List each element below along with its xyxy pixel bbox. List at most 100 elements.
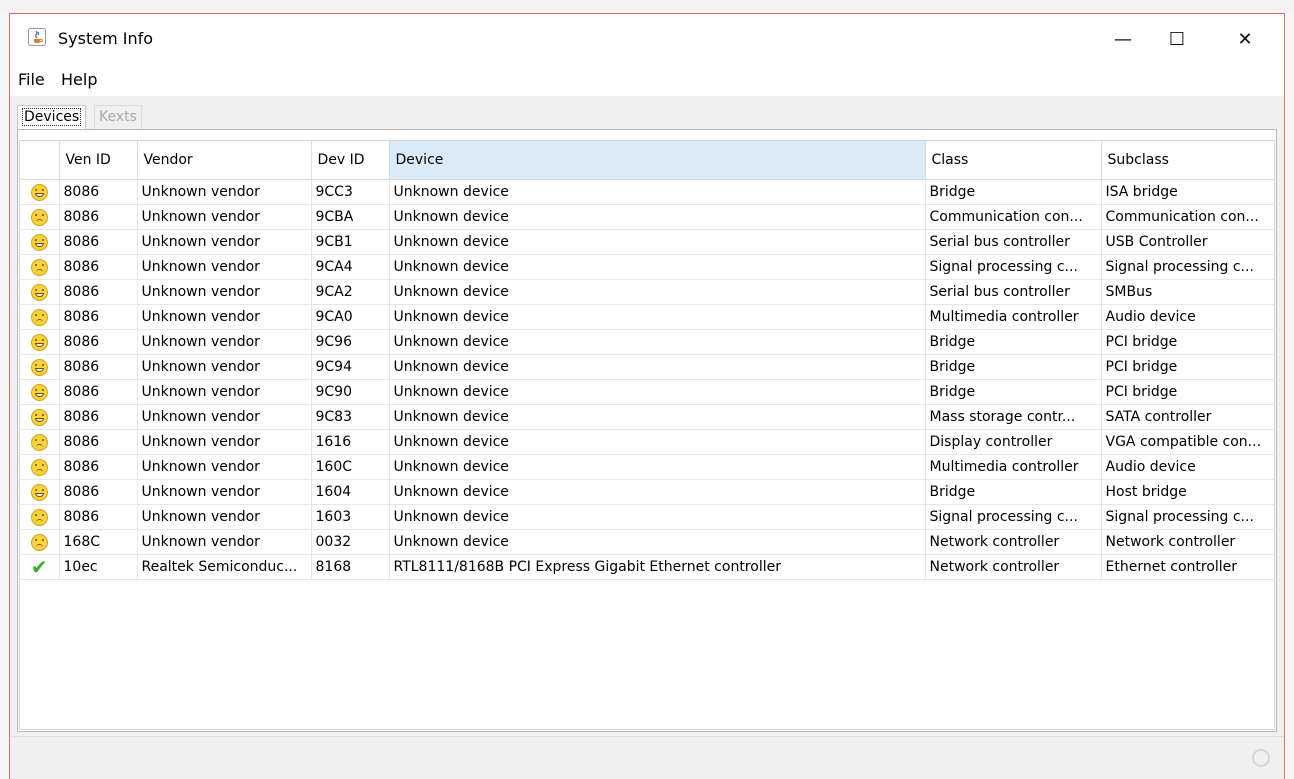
table-row[interactable]: 8086 Unknown vendor 1603 Unknown device Sign… — [20, 504, 1274, 530]
cell-device: Unknown device — [389, 204, 926, 230]
maximize-button[interactable]: ☐ — [1154, 14, 1200, 64]
minimize-icon: — — [1114, 28, 1132, 50]
table-row[interactable]: 8086 Unknown vendor 9C94 Unknown device Brid… — [20, 354, 1274, 380]
happy-face-icon — [30, 233, 48, 251]
column-header-device[interactable]: Device — [389, 141, 926, 180]
status-cell — [20, 329, 60, 355]
cell-class: Bridge — [925, 479, 1102, 505]
cell-device: Unknown device — [389, 454, 926, 480]
status-cell — [20, 479, 60, 505]
status-cell — [20, 204, 60, 230]
title-bar[interactable]: System Info — ☐ ✕ — [10, 14, 1284, 64]
cell-class: Multimedia controller — [925, 304, 1102, 330]
cell-subclass: Network controller — [1101, 529, 1274, 555]
column-header-status[interactable] — [20, 141, 60, 180]
cell-dev-id: 9CB1 — [311, 229, 390, 255]
sad-face-icon — [30, 433, 48, 451]
background-window-left-edge — [0, 14, 9, 779]
cell-vendor: Unknown vendor — [137, 404, 312, 430]
status-cell: ✔ — [20, 554, 60, 580]
table-row[interactable]: 8086 Unknown vendor 9CA4 Unknown device Sign… — [20, 254, 1274, 280]
cell-dev-id: 8168 — [311, 554, 390, 580]
cell-subclass: SMBus — [1101, 279, 1274, 305]
table-row[interactable]: 8086 Unknown vendor 9C90 Unknown device Brid… — [20, 379, 1274, 405]
cell-class: Signal processing c... — [925, 504, 1102, 530]
table-row[interactable]: ✔ 10ec Realtek Semiconduc... 8168 RTL8111/81… — [20, 554, 1274, 580]
cell-vendor: Unknown vendor — [137, 179, 312, 205]
cell-subclass: PCI bridge — [1101, 329, 1274, 355]
table-row[interactable]: 8086 Unknown vendor 160C Unknown device Mult… — [20, 454, 1274, 480]
background-window-right-edge — [1286, 14, 1294, 779]
table-row[interactable]: 8086 Unknown vendor 1604 Unknown device Brid… — [20, 479, 1274, 505]
checkmark-icon: ✔ — [30, 555, 48, 579]
cell-subclass: Audio device — [1101, 454, 1274, 480]
cell-dev-id: 9CA0 — [311, 304, 390, 330]
cell-ven-id: 8086 — [59, 279, 138, 305]
cell-class: Network controller — [925, 529, 1102, 555]
tab-kexts-label: Kexts — [99, 109, 137, 125]
column-header-ven-id[interactable]: Ven ID — [59, 141, 138, 180]
column-header-subclass[interactable]: Subclass — [1101, 141, 1274, 180]
cell-subclass: Ethernet controller — [1101, 554, 1274, 580]
cell-subclass: Host bridge — [1101, 479, 1274, 505]
column-header-class[interactable]: Class — [925, 141, 1102, 180]
menu-help[interactable]: Help — [61, 70, 97, 89]
java-app-icon — [28, 28, 46, 46]
close-button[interactable]: ✕ — [1222, 14, 1268, 64]
cell-dev-id: 9CBA — [311, 204, 390, 230]
cell-dev-id: 1616 — [311, 429, 390, 455]
column-header-dev-id[interactable]: Dev ID — [311, 141, 390, 180]
background-window-strip — [0, 0, 1294, 14]
cell-subclass: Audio device — [1101, 304, 1274, 330]
cell-ven-id: 10ec — [59, 554, 138, 580]
cell-vendor: Unknown vendor — [137, 279, 312, 305]
sad-face-icon — [30, 258, 48, 276]
table-row[interactable]: 8086 Unknown vendor 1616 Unknown device Disp… — [20, 429, 1274, 455]
sad-face-icon — [30, 308, 48, 326]
cell-vendor: Unknown vendor — [137, 429, 312, 455]
cell-subclass: PCI bridge — [1101, 379, 1274, 405]
minimize-button[interactable]: — — [1100, 14, 1146, 64]
cell-ven-id: 8086 — [59, 204, 138, 230]
cell-class: Multimedia controller — [925, 454, 1102, 480]
table-row[interactable]: 8086 Unknown vendor 9CBA Unknown device Comm… — [20, 204, 1274, 230]
column-header-vendor[interactable]: Vendor — [137, 141, 312, 180]
cell-ven-id: 8086 — [59, 429, 138, 455]
cell-device: Unknown device — [389, 429, 926, 455]
cell-subclass: Signal processing c... — [1101, 504, 1274, 530]
cell-vendor: Unknown vendor — [137, 204, 312, 230]
cell-ven-id: 8086 — [59, 354, 138, 380]
cell-vendor: Unknown vendor — [137, 454, 312, 480]
sad-face-icon — [30, 458, 48, 476]
cell-class: Signal processing c... — [925, 254, 1102, 280]
cell-dev-id: 9C90 — [311, 379, 390, 405]
cell-subclass: Communication con... — [1101, 204, 1274, 230]
cell-dev-id: 9C96 — [311, 329, 390, 355]
table-row[interactable]: 8086 Unknown vendor 9CA2 Unknown device Seri… — [20, 279, 1274, 305]
status-cell — [20, 504, 60, 530]
cell-device: Unknown device — [389, 304, 926, 330]
table-row[interactable]: 8086 Unknown vendor 9C96 Unknown device Brid… — [20, 329, 1274, 355]
cell-dev-id: 9C94 — [311, 354, 390, 380]
devices-table-container[interactable]: Ven ID Vendor Dev ID Device Class Subcla… — [19, 140, 1275, 730]
table-row[interactable]: 8086 Unknown vendor 9CC3 Unknown device Brid… — [20, 179, 1274, 205]
tab-kexts[interactable]: Kexts — [94, 105, 142, 129]
cell-vendor: Unknown vendor — [137, 354, 312, 380]
status-cell — [20, 354, 60, 380]
cell-device: Unknown device — [389, 229, 926, 255]
cell-ven-id: 8086 — [59, 304, 138, 330]
sad-face-icon — [30, 533, 48, 551]
cell-vendor: Unknown vendor — [137, 504, 312, 530]
cell-device: RTL8111/8168B PCI Express Gigabit Ethern… — [389, 554, 926, 580]
cell-vendor: Unknown vendor — [137, 529, 312, 555]
menu-file[interactable]: File — [18, 70, 45, 89]
tab-devices[interactable]: Devices — [17, 105, 87, 129]
table-row[interactable]: 8086 Unknown vendor 9CA0 Unknown device Mult… — [20, 304, 1274, 330]
table-row[interactable]: 168C Unknown vendor 0032 Unknown device Netw… — [20, 529, 1274, 555]
table-row[interactable]: 8086 Unknown vendor 9C83 Unknown device Mass… — [20, 404, 1274, 430]
cell-dev-id: 9CC3 — [311, 179, 390, 205]
table-row[interactable]: 8086 Unknown vendor 9CB1 Unknown device Seri… — [20, 229, 1274, 255]
window-title: System Info — [58, 29, 154, 48]
cell-subclass: USB Controller — [1101, 229, 1274, 255]
cell-subclass: ISA bridge — [1101, 179, 1274, 205]
